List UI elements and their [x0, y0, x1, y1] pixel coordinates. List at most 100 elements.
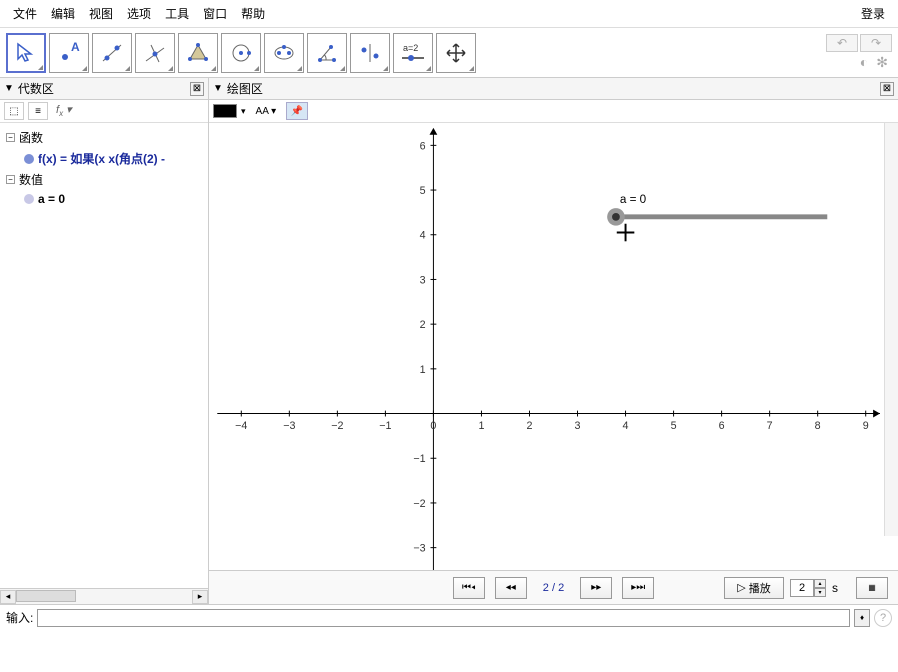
graphics-close[interactable]: ⊠ — [880, 82, 894, 96]
tool-polygon[interactable] — [178, 33, 218, 73]
tool-line[interactable] — [92, 33, 132, 73]
svg-text:5: 5 — [671, 420, 677, 432]
toolbar: A a=2 ↶ ↷ ◐ ✻ — [0, 28, 898, 78]
svg-text:1: 1 — [478, 420, 484, 432]
tree-item-value[interactable]: a = 0 — [2, 190, 206, 208]
tool-angle[interactable] — [307, 33, 347, 73]
speed-down[interactable]: ▾ — [814, 588, 826, 597]
svg-text:−3: −3 — [283, 420, 295, 432]
svg-text:−2: −2 — [331, 420, 343, 432]
sort-tool[interactable]: ⬚ — [4, 102, 24, 120]
algebra-hscroll[interactable]: ◂ ▸ — [0, 588, 208, 604]
tool-slider[interactable]: a=2 — [393, 33, 433, 73]
help-icon[interactable]: ◐ — [860, 54, 868, 71]
algebra-title: 代数区 — [18, 80, 54, 97]
category-label: 函数 — [19, 129, 43, 146]
nav-counter: 2 / 2 — [537, 582, 570, 594]
tool-ellipse[interactable] — [264, 33, 304, 73]
tool-perpendicular[interactable] — [135, 33, 175, 73]
collapse-icon[interactable]: ▼ — [4, 83, 14, 94]
font-size-btn[interactable]: AA ▾ — [250, 104, 283, 119]
svg-text:0: 0 — [430, 420, 436, 432]
svg-text:−1: −1 — [379, 420, 391, 432]
scroll-right[interactable]: ▸ — [192, 590, 208, 604]
speed-unit: s — [832, 581, 838, 595]
menu-view[interactable]: 视图 — [82, 3, 120, 24]
category-functions[interactable]: − 函数 — [2, 127, 206, 148]
svg-text:−4: −4 — [235, 420, 247, 432]
svg-text:7: 7 — [767, 420, 773, 432]
algebra-close[interactable]: ⊠ — [190, 82, 204, 96]
collapse-icon[interactable]: ▼ — [213, 83, 223, 94]
nav-next[interactable]: ▸▸ — [580, 577, 612, 599]
collapse-toggle[interactable]: − — [6, 175, 15, 184]
tool-circle[interactable] — [221, 33, 261, 73]
nav-last[interactable]: ▸⏭ — [622, 577, 654, 599]
svg-text:3: 3 — [575, 420, 581, 432]
scroll-thumb[interactable] — [16, 590, 76, 602]
login-button[interactable]: 登录 — [854, 3, 892, 24]
algebra-panel: ▼ 代数区 ⊠ ⬚ ≡ fx ▾ − 函数 f(x) = 如果(x x(角点(2… — [0, 78, 209, 604]
pin-button[interactable]: 📌 — [286, 102, 308, 120]
scroll-left[interactable]: ◂ — [0, 590, 16, 604]
play-button[interactable]: ▷ 播放 — [724, 577, 784, 599]
svg-text:8: 8 — [815, 420, 821, 432]
construction-nav: ⏮◂ ◂◂ 2 / 2 ▸▸ ▸⏭ ▷ 播放 ▴ ▾ s ▦ — [209, 570, 898, 604]
svg-text:−1: −1 — [413, 453, 425, 465]
speed-input[interactable] — [790, 579, 814, 597]
graph-vscroll[interactable] — [884, 123, 898, 536]
input-bar: 输入: ♦ ? — [0, 604, 898, 630]
graph-toolbar: ▾ AA ▾ 📌 — [209, 100, 898, 123]
graph-canvas[interactable]: −4−3−2−10123456789−3−2−1123456a = 0 — [209, 123, 898, 570]
svg-text:9: 9 — [863, 420, 869, 432]
tool-translate[interactable] — [436, 33, 476, 73]
algebra-header: ▼ 代数区 ⊠ — [0, 78, 208, 100]
svg-text:−3: −3 — [413, 543, 425, 555]
graphics-title: 绘图区 — [227, 80, 263, 97]
menu-window[interactable]: 窗口 — [196, 3, 234, 24]
graphics-panel: ▼ 绘图区 ⊠ ▾ AA ▾ 📌 −4−3−2−10123456789−3−2−… — [209, 78, 898, 604]
algebra-tree: − 函数 f(x) = 如果(x x(角点(2) - − 数值 a = 0 — [0, 123, 208, 588]
svg-text:4: 4 — [420, 230, 426, 242]
color-picker[interactable] — [213, 104, 237, 118]
menubar: 文件 编辑 视图 选项 工具 窗口 帮助 登录 — [0, 0, 898, 28]
protocol-button[interactable]: ▦ — [856, 577, 888, 599]
nav-prev[interactable]: ◂◂ — [495, 577, 527, 599]
input-label: 输入: — [6, 609, 33, 626]
tool-buttons: A a=2 — [6, 33, 476, 73]
redo-button[interactable]: ↷ — [860, 34, 892, 52]
menu-edit[interactable]: 编辑 — [44, 3, 82, 24]
svg-text:3: 3 — [420, 274, 426, 286]
item-label: f(x) = 如果(x x(角点(2) - — [38, 150, 165, 167]
nav-first[interactable]: ⏮◂ — [453, 577, 485, 599]
menu-options[interactable]: 选项 — [120, 3, 158, 24]
svg-text:4: 4 — [623, 420, 629, 432]
svg-text:A: A — [71, 41, 80, 54]
menu-file[interactable]: 文件 — [6, 3, 44, 24]
fx-bar: ⬚ ≡ fx ▾ — [0, 100, 208, 123]
svg-text:6: 6 — [719, 420, 725, 432]
tool-point[interactable]: A — [49, 33, 89, 73]
category-values[interactable]: − 数值 — [2, 169, 206, 190]
graphics-header: ▼ 绘图区 ⊠ — [209, 78, 898, 100]
command-input[interactable] — [37, 609, 850, 627]
visibility-dot[interactable] — [24, 154, 34, 164]
svg-text:2: 2 — [420, 319, 426, 331]
aux-tool[interactable]: ≡ — [28, 102, 48, 120]
menu-help[interactable]: 帮助 — [234, 3, 272, 24]
input-help[interactable]: ? — [874, 609, 892, 627]
main-area: ▼ 代数区 ⊠ ⬚ ≡ fx ▾ − 函数 f(x) = 如果(x x(角点(2… — [0, 78, 898, 604]
tool-move[interactable] — [6, 33, 46, 73]
speed-up[interactable]: ▴ — [814, 579, 826, 588]
gear-icon[interactable]: ✻ — [876, 54, 888, 71]
tree-item-function[interactable]: f(x) = 如果(x x(角点(2) - — [2, 148, 206, 169]
input-dropdown[interactable]: ♦ — [854, 609, 870, 627]
collapse-toggle[interactable]: − — [6, 133, 15, 142]
right-controls: ↶ ↷ ◐ ✻ — [826, 34, 892, 71]
undo-button[interactable]: ↶ — [826, 34, 858, 52]
tool-reflect[interactable] — [350, 33, 390, 73]
menu-tools[interactable]: 工具 — [158, 3, 196, 24]
visibility-dot[interactable] — [24, 194, 34, 204]
fx-label[interactable]: fx ▾ — [52, 103, 76, 118]
svg-text:2: 2 — [526, 420, 532, 432]
